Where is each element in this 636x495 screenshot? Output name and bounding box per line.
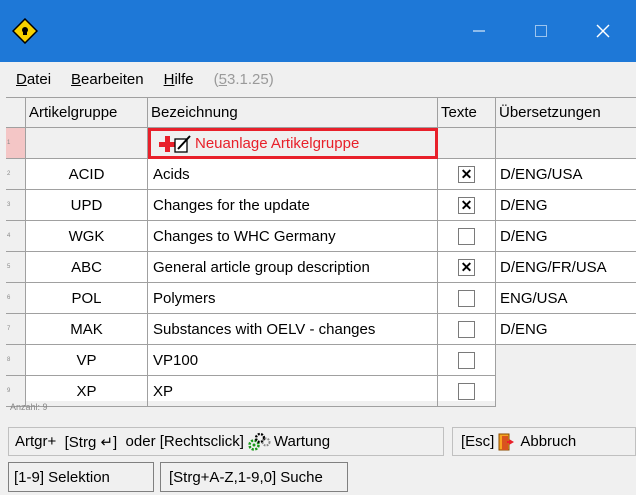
table-row[interactable]: 5 ABC General article group description … [6, 252, 636, 283]
esc-label: [Esc] [461, 433, 495, 450]
maximize-button[interactable] [510, 0, 572, 62]
add-edit-icon [158, 134, 192, 154]
texts-checkbox[interactable] [458, 289, 475, 307]
cell-description[interactable]: Changes for the update [148, 190, 438, 221]
cell-translations[interactable]: ENG/USA [496, 283, 636, 314]
cell-code[interactable]: ABC [26, 252, 148, 283]
cell-code[interactable]: MAK [26, 314, 148, 345]
cell-translations [496, 128, 636, 159]
texts-checkbox[interactable] [458, 227, 475, 245]
menu-edit[interactable]: Bearbeiten [71, 71, 144, 88]
header-texts[interactable]: Texte [438, 98, 496, 128]
cell-code[interactable]: UPD [26, 190, 148, 221]
rightclick-label: oder [Rechtsclick] [125, 433, 244, 450]
cell-description[interactable]: VP100 [148, 345, 438, 376]
row-number: 1 [6, 128, 26, 159]
row-number: 4 [6, 221, 26, 252]
texts-checkbox[interactable]: ✕ [458, 165, 475, 183]
cell-translations[interactable]: D/ENG [496, 314, 636, 345]
table-row[interactable]: 3 UPD Changes for the update ✕ D/ENG [6, 190, 636, 221]
artgr-label: Artgr+ [15, 433, 57, 450]
action-bar: Artgr+ [Strg ↵] oder [Rechtsclick] Wartu… [6, 424, 636, 458]
cell-code[interactable]: VP [26, 345, 148, 376]
record-count: Anzahl: 9 [10, 402, 48, 412]
header-description[interactable]: Bezeichnung [148, 98, 438, 128]
row-number: 2 [6, 159, 26, 190]
cell-texts[interactable] [438, 314, 496, 345]
cell-translations [496, 376, 636, 407]
cell-code[interactable]: POL [26, 283, 148, 314]
header-corner [6, 98, 26, 128]
cell-description[interactable]: Substances with OELV - changes [148, 314, 438, 345]
cell-description[interactable]: Polymers [148, 283, 438, 314]
cell-code[interactable]: ACID [26, 159, 148, 190]
maintenance-gear-icon [247, 432, 271, 452]
cell-description[interactable]: General article group description [148, 252, 438, 283]
search-button[interactable]: [Strg+A-Z,1-9,0] Suche [160, 462, 348, 492]
shortcut-label: [Strg ↵] [64, 433, 118, 451]
table-row[interactable]: 4 WGK Changes to WHC Germany D/ENG [6, 221, 636, 252]
close-button[interactable] [572, 0, 634, 62]
header-article-group[interactable]: Artikelgruppe [26, 98, 148, 128]
cell-texts[interactable] [438, 376, 496, 407]
exit-door-icon [497, 432, 517, 452]
texts-checkbox[interactable]: ✕ [458, 196, 475, 214]
table-row[interactable]: 8 VP VP100 [6, 345, 636, 376]
row-number: 3 [6, 190, 26, 221]
cancel-button[interactable]: [Esc] Abbruch [452, 427, 636, 456]
cell-translations[interactable]: D/ENG/FR/USA [496, 252, 636, 283]
new-article-group-action-button[interactable]: Artgr+ [Strg ↵] oder [Rechtsclick] Wartu… [8, 427, 444, 456]
texts-checkbox[interactable] [458, 351, 475, 369]
cell-texts[interactable]: ✕ [438, 159, 496, 190]
cell-translations[interactable]: D/ENG [496, 190, 636, 221]
row-number: 7 [6, 314, 26, 345]
menu-bar: Datei Bearbeiten Hilfe (53.1.25) [0, 62, 636, 96]
cell-description[interactable]: Acids [148, 159, 438, 190]
cell-translations[interactable]: D/ENG/USA [496, 159, 636, 190]
header-translations[interactable]: Übersetzungen [496, 98, 636, 128]
cancel-label: Abbruch [520, 433, 577, 450]
minimize-button[interactable] [448, 0, 510, 62]
app-logo-icon [11, 17, 39, 45]
row-number: 5 [6, 252, 26, 283]
table-row[interactable]: 6 POL Polymers ENG/USA [6, 283, 636, 314]
new-article-group-button[interactable]: Neuanlage Artikelgruppe [148, 128, 438, 159]
texts-checkbox[interactable] [458, 382, 475, 400]
row-number: 6 [6, 283, 26, 314]
cell-description[interactable]: XP [148, 376, 438, 407]
new-article-group-label: Neuanlage Artikelgruppe [195, 135, 360, 152]
cell-texts[interactable] [438, 221, 496, 252]
table-row[interactable]: 7 MAK Substances with OELV - changes D/E… [6, 314, 636, 345]
footer-bar: [1-9] Selektion [Strg+A-Z,1-9,0] Suche [6, 462, 636, 494]
new-entry-row[interactable]: 1 Neuanlage Artikelgruppe [6, 128, 636, 159]
menu-version[interactable]: (53.1.25) [214, 71, 274, 88]
menu-help[interactable]: Hilfe [164, 71, 194, 88]
cell-description[interactable]: Changes to WHC Germany [148, 221, 438, 252]
article-group-table: Artikelgruppe Bezeichnung Texte Übersetz… [6, 97, 636, 407]
title-bar [0, 0, 636, 62]
table-row[interactable]: 2 ACID Acids ✕ D/ENG/USA [6, 159, 636, 190]
cell-translations[interactable]: D/ENG [496, 221, 636, 252]
cell-texts[interactable]: ✕ [438, 190, 496, 221]
table-row[interactable]: 9 XP XP [6, 376, 636, 407]
texts-checkbox[interactable]: ✕ [458, 258, 475, 276]
cell-code [26, 128, 148, 159]
row-number: 8 [6, 345, 26, 376]
cell-texts [438, 128, 496, 159]
texts-checkbox[interactable] [458, 320, 475, 338]
maintenance-label: Wartung [273, 433, 331, 450]
menu-file[interactable]: Datei [16, 71, 51, 88]
cell-code[interactable]: WGK [26, 221, 148, 252]
cell-texts[interactable] [438, 283, 496, 314]
cell-translations [496, 345, 636, 376]
cell-texts[interactable] [438, 345, 496, 376]
cell-texts[interactable]: ✕ [438, 252, 496, 283]
selection-button[interactable]: [1-9] Selektion [8, 462, 154, 492]
